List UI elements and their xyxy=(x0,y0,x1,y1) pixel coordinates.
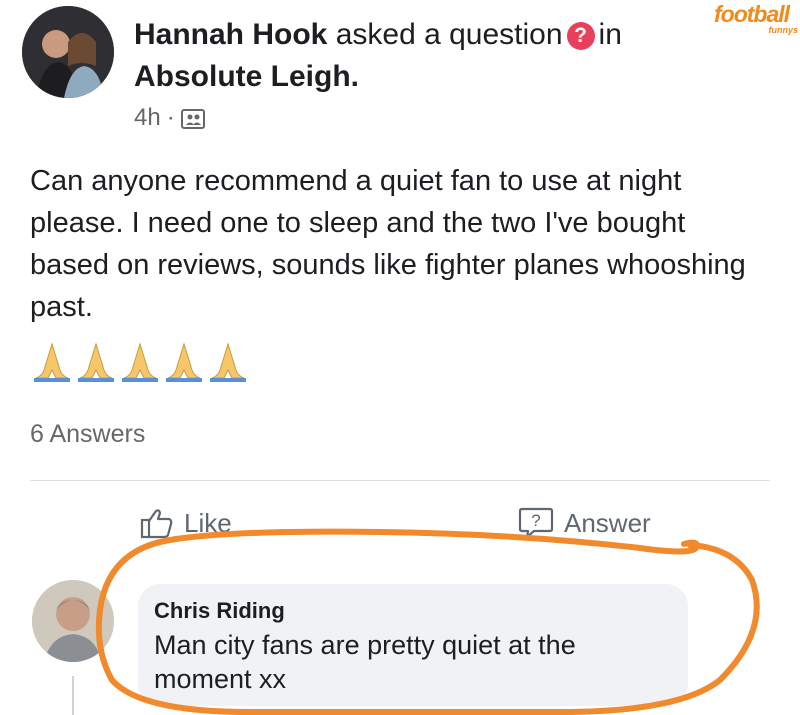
meta-separator: · xyxy=(166,104,175,131)
author-avatar[interactable] xyxy=(22,6,114,98)
folded-hands-emoji-icon xyxy=(166,342,202,382)
commenter-avatar[interactable] xyxy=(32,580,114,662)
answers-count[interactable]: 6 Answers xyxy=(30,420,145,449)
answer-button[interactable]: ? Answer xyxy=(518,500,651,546)
post-meta: 4h · xyxy=(134,104,205,132)
group-name[interactable]: Absolute Leigh. xyxy=(134,60,359,93)
watermark-brand: football xyxy=(714,1,790,27)
emoji-row xyxy=(30,340,250,384)
comment-bubble: Chris Riding Man city fans are pretty qu… xyxy=(138,584,688,706)
post-body: Can anyone recommend a quiet fan to use … xyxy=(30,165,746,323)
group-privacy-icon xyxy=(180,108,205,129)
facebook-question-post: Hannah Hook asked a question? in Absolute… xyxy=(0,0,800,715)
comment-text: Man city fans are pretty quiet at the mo… xyxy=(154,630,576,694)
in-text: in xyxy=(598,18,622,51)
thread-line xyxy=(72,676,74,715)
thumbs-up-icon xyxy=(140,509,173,539)
answer-label: Answer xyxy=(564,507,651,538)
post-action-text: asked a question xyxy=(335,18,563,51)
question-icon: ? xyxy=(566,22,595,50)
svg-text:?: ? xyxy=(531,511,540,530)
answer-speech-bubble-icon: ? xyxy=(518,507,554,539)
post-header: Hannah Hook asked a question? in Absolute… xyxy=(134,14,734,98)
divider xyxy=(30,480,770,481)
watermark-logo: football funnys xyxy=(714,2,798,36)
watermark-sub: funnys xyxy=(768,25,798,35)
folded-hands-emoji-icon xyxy=(122,342,158,382)
like-button[interactable]: Like xyxy=(140,500,232,546)
like-label: Like xyxy=(184,507,232,538)
folded-hands-emoji-icon xyxy=(210,342,246,382)
folded-hands-emoji-icon xyxy=(78,342,114,382)
folded-hands-emoji-icon xyxy=(34,342,70,382)
post-time[interactable]: 4h xyxy=(134,104,161,132)
author-name[interactable]: Hannah Hook xyxy=(134,18,327,51)
comment-author[interactable]: Chris Riding xyxy=(154,598,285,624)
